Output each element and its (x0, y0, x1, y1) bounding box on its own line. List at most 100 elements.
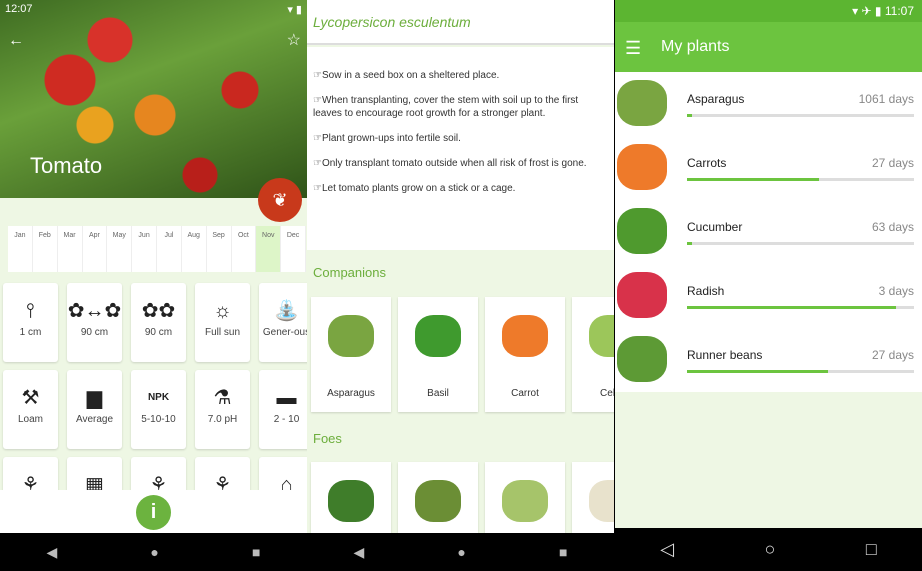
card-label: Asparagus (327, 388, 375, 399)
property-tile[interactable]: ⚒ Loam (3, 370, 58, 449)
progress-fill (687, 114, 692, 117)
tip-item: ☞Let tomato plants grow on a stick or a … (313, 182, 608, 195)
tile-label: 90 cm (144, 327, 173, 338)
asparagus-image (617, 80, 667, 126)
cucumber-image (617, 208, 667, 254)
calendar-month[interactable]: Mar (58, 226, 83, 272)
runner-beans-image (617, 336, 667, 382)
plant-days: 3 days (878, 284, 914, 298)
calendar-month[interactable]: May (107, 226, 133, 272)
calendar-month[interactable]: Jul (157, 226, 182, 272)
companions-heading: Companions (313, 265, 386, 280)
calendar-month[interactable]: Jun (132, 226, 157, 272)
status-time: 11:07 (884, 4, 914, 18)
sprout-icon: ❦ (272, 190, 288, 210)
test-tube-icon: ⚗ (213, 387, 232, 409)
calendar-month[interactable]: Aug (182, 226, 207, 272)
tip-text: Plant grown-ups into fertile soil. (321, 133, 461, 144)
watering-can-icon: ⛲ (274, 300, 299, 322)
property-tile[interactable]: NPK 5-10-10 (131, 370, 186, 449)
plant-row[interactable]: Radish 3 days (615, 264, 922, 328)
tip-text: Only transplant tomato outside when all … (321, 158, 587, 169)
navigation-bar: ◁ ○ □ (615, 528, 922, 571)
progress-fill (687, 306, 896, 309)
companion-card[interactable]: Celer (572, 297, 614, 412)
tile-label: Full sun (204, 327, 240, 338)
plant-detail-screen: 12:07 ▾ ▮ ← ☆ Tomato ❦ Jan Feb Mar Apr May Jun… (0, 0, 307, 571)
tile-label: Loam (17, 414, 43, 425)
plant-name: Asparagus (687, 92, 745, 106)
progress-bar (687, 242, 914, 245)
property-tile[interactable]: ✿↔✿ 90 cm (67, 283, 122, 362)
battery-icon: ▾ ▮ (287, 4, 302, 16)
calendar-month[interactable]: Sep (207, 226, 232, 272)
plant-days: 63 days (871, 220, 914, 234)
wifi-icon: ▾ ✈ ▮ (852, 4, 885, 18)
cauliflower-image (589, 480, 614, 522)
shovel-icon: ⚒ (21, 387, 40, 409)
pointing-hand-icon: ☞ (313, 158, 322, 169)
calendar-month[interactable]: Dec (281, 226, 306, 272)
plant-row[interactable]: Cucumber 63 days (615, 200, 922, 264)
home-button[interactable]: ○ (765, 539, 776, 560)
pointing-hand-icon: ☞ (313, 70, 322, 81)
info-button[interactable]: i (136, 495, 171, 530)
tile-label: Gener-ous (262, 327, 307, 338)
back-button[interactable]: ◀ (354, 544, 365, 561)
home-button[interactable]: ● (457, 544, 465, 560)
plant-days: 1061 days (858, 92, 914, 106)
progress-bar (687, 114, 914, 117)
plant-name: Radish (687, 284, 725, 298)
navigation-bar: ◀ ● ■ (307, 533, 614, 571)
broccoli-image (328, 480, 374, 522)
card-label: Basil (427, 388, 449, 399)
pointing-hand-icon: ☞ (313, 95, 322, 106)
radish-image (617, 272, 667, 318)
back-button[interactable]: ◁ (660, 539, 674, 560)
property-tile[interactable]: ✿✿ 90 cm (131, 283, 186, 362)
basil-image (415, 315, 461, 357)
pointing-hand-icon: ☞ (313, 133, 322, 144)
plants-list: Asparagus 1061 days Carrots 27 days Cucumber… (615, 72, 922, 392)
calendar-month[interactable]: Apr (83, 226, 108, 272)
recents-button[interactable]: ■ (559, 544, 567, 560)
plant-action-button[interactable]: ❦ (258, 178, 302, 222)
tile-label: 2 - 10 (273, 414, 300, 425)
back-arrow-icon[interactable]: ← (8, 32, 24, 50)
plant-name: Runner beans (687, 348, 763, 362)
tile-label: 7.0 pH (207, 414, 238, 425)
back-button[interactable]: ◀ (47, 544, 58, 561)
plant-row[interactable]: Runner beans 27 days (615, 328, 922, 392)
tile-label: 5-10-10 (141, 414, 176, 425)
calendar-month[interactable]: Jan (8, 226, 33, 272)
plant-name: Cucumber (687, 220, 743, 234)
recents-button[interactable]: ■ (252, 544, 260, 560)
property-tile[interactable]: ☼ Full sun (195, 283, 250, 362)
progress-fill (687, 370, 828, 373)
calendar-month[interactable]: Oct (232, 226, 257, 272)
recents-button[interactable]: □ (866, 539, 877, 560)
companion-card[interactable]: Basil (398, 297, 478, 412)
menu-icon[interactable]: ☰ (625, 38, 641, 59)
calendar-month[interactable]: Feb (33, 226, 58, 272)
home-button[interactable]: ● (150, 544, 158, 560)
property-tile[interactable]: ⛲ Gener-ous (259, 283, 307, 362)
property-tile[interactable]: ▆ Average (67, 370, 122, 449)
property-tile[interactable]: ⚗ 7.0 pH (195, 370, 250, 449)
property-tile[interactable]: ⫯ 1 cm (3, 283, 58, 362)
plant-info-screen: Lycopersicon esculentum ☞Sow in a seed b… (307, 0, 614, 571)
tip-item: ☞Only transplant tomato outside when all… (313, 157, 608, 170)
star-icon[interactable]: ☆ (287, 30, 301, 50)
plant-title: Tomato (30, 153, 103, 178)
calendar-month[interactable]: Nov (256, 226, 282, 272)
companion-card[interactable]: Asparagus (311, 297, 391, 412)
planting-calendar: Jan Feb Mar Apr May Jun Jul Aug Sep Oct Nov Dec (8, 226, 306, 272)
companion-card[interactable]: Carrot (485, 297, 565, 412)
plant-name: Carrots (687, 156, 727, 170)
npk-bag-icon: NPK (147, 392, 170, 403)
plant-row[interactable]: Asparagus 1061 days (615, 72, 922, 136)
plant-spacing-icon: ✿↔✿ (67, 300, 122, 322)
property-tile[interactable]: ▬ 2 - 10 (259, 370, 307, 449)
plant-row[interactable]: Carrots 27 days (615, 136, 922, 200)
status-bar: ▾ ✈ ▮ 11:07 (615, 0, 922, 22)
